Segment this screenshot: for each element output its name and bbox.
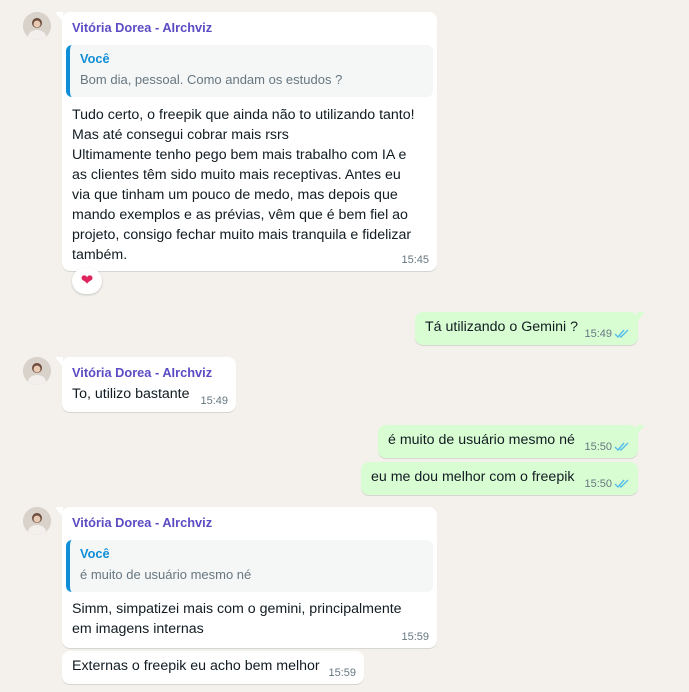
message-text: Tudo certo, o freepik que ainda não to u… bbox=[72, 107, 415, 263]
contact-avatar[interactable] bbox=[23, 357, 51, 385]
message-time: 15:50 bbox=[584, 441, 612, 453]
message-bubble[interactable]: Vitória Dorea - AIrchviz Você Bom dia, p… bbox=[55, 12, 437, 271]
sender-name[interactable]: Vitória Dorea - AIrchviz bbox=[72, 365, 212, 381]
contact-avatar[interactable] bbox=[23, 12, 51, 40]
message-text: eu me dou melhor com o freepik bbox=[371, 469, 575, 485]
read-ticks-icon bbox=[614, 479, 629, 489]
quote-author: Você bbox=[80, 546, 110, 561]
quote-text: é muito de usuário mesmo né bbox=[80, 567, 252, 582]
bubble-tail bbox=[637, 312, 645, 322]
quote-author: Você bbox=[80, 51, 110, 66]
contact-avatar[interactable] bbox=[23, 507, 51, 535]
message-text: Tá utilizando o Gemini ? bbox=[425, 319, 578, 335]
heart-reaction[interactable]: ❤ bbox=[72, 268, 102, 294]
bubble-tail bbox=[55, 357, 63, 367]
message-time: 15:50 bbox=[584, 478, 612, 490]
message-time: 15:45 bbox=[401, 254, 429, 266]
message-bubble[interactable]: Vitória Dorea - AIrchviz To, utilizo bas… bbox=[55, 357, 236, 412]
message-bubble[interactable]: Tá utilizando o Gemini ? 15:49 bbox=[415, 312, 645, 345]
read-ticks-icon bbox=[614, 442, 629, 452]
bubble-tail bbox=[637, 425, 645, 435]
quote-text: Bom dia, pessoal. Como andam os estudos … bbox=[80, 72, 343, 87]
message-text: Simm, simpatizei mais com o gemini, prin… bbox=[72, 601, 402, 637]
message-text: é muito de usuário mesmo né bbox=[388, 432, 575, 448]
quoted-message[interactable]: Você Bom dia, pessoal. Como andam os est… bbox=[66, 45, 433, 97]
message-time: 15:59 bbox=[401, 631, 429, 643]
message-text: Externas o freepik eu acho bem melhor bbox=[72, 658, 320, 674]
message-bubble[interactable]: eu me dou melhor com o freepik 15:50 bbox=[361, 462, 638, 495]
message-bubble[interactable]: Externas o freepik eu acho bem melhor 15… bbox=[62, 651, 364, 684]
message-time: 15:49 bbox=[584, 328, 612, 340]
bubble-tail bbox=[55, 507, 63, 517]
message-time: 15:59 bbox=[328, 667, 356, 679]
sender-name[interactable]: Vitória Dorea - AIrchviz bbox=[72, 515, 212, 531]
message-bubble[interactable]: é muito de usuário mesmo né 15:50 bbox=[378, 425, 645, 458]
read-ticks-icon bbox=[614, 329, 629, 339]
quoted-message[interactable]: Você é muito de usuário mesmo né bbox=[66, 540, 433, 592]
message-bubble[interactable]: Vitória Dorea - AIrchviz Você é muito de… bbox=[55, 507, 437, 648]
bubble-tail bbox=[55, 12, 63, 22]
message-time: 15:49 bbox=[200, 395, 228, 407]
sender-name[interactable]: Vitória Dorea - AIrchviz bbox=[72, 20, 212, 36]
message-text: To, utilizo bastante bbox=[72, 386, 190, 402]
